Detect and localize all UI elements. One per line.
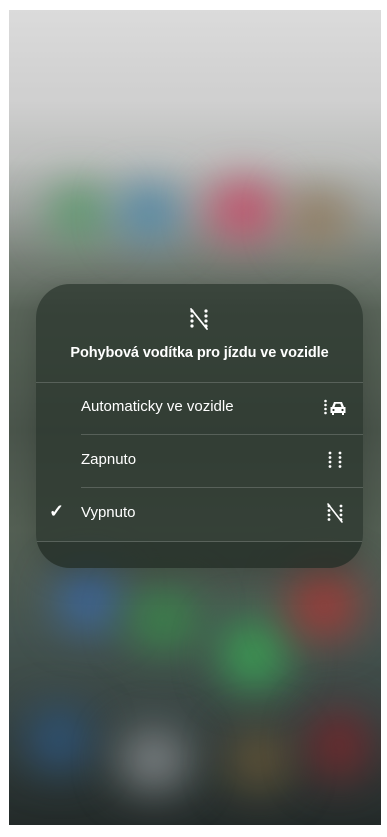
- motion-cues-on-icon: [328, 451, 342, 468]
- option-label: Automaticky ve vozidle: [81, 398, 234, 415]
- motion-cues-off-icon: [327, 503, 343, 523]
- option-on[interactable]: Zapnuto: [36, 435, 363, 487]
- option-off[interactable]: ✓ Vypnuto: [36, 488, 363, 540]
- option-automatic[interactable]: Automaticky ve vozidle: [36, 382, 363, 434]
- motion-cues-car-icon: [324, 399, 346, 415]
- menu-footer: [36, 542, 363, 568]
- motion-cues-menu: Pohybová vodítka pro jízdu ve vozidle Au…: [36, 284, 363, 568]
- screen: Pohybová vodítka pro jízdu ve vozidle Au…: [0, 0, 387, 837]
- motion-cues-off-icon: [190, 308, 208, 330]
- option-label: Zapnuto: [81, 451, 137, 468]
- menu-title: Pohybová vodítka pro jízdu ve vozidle: [70, 345, 329, 361]
- checkmark-icon: ✓: [49, 501, 65, 521]
- home-indicator[interactable]: [130, 827, 268, 832]
- menu-header: Pohybová vodítka pro jízdu ve vozidle: [36, 284, 363, 382]
- option-label: Vypnuto: [81, 504, 136, 521]
